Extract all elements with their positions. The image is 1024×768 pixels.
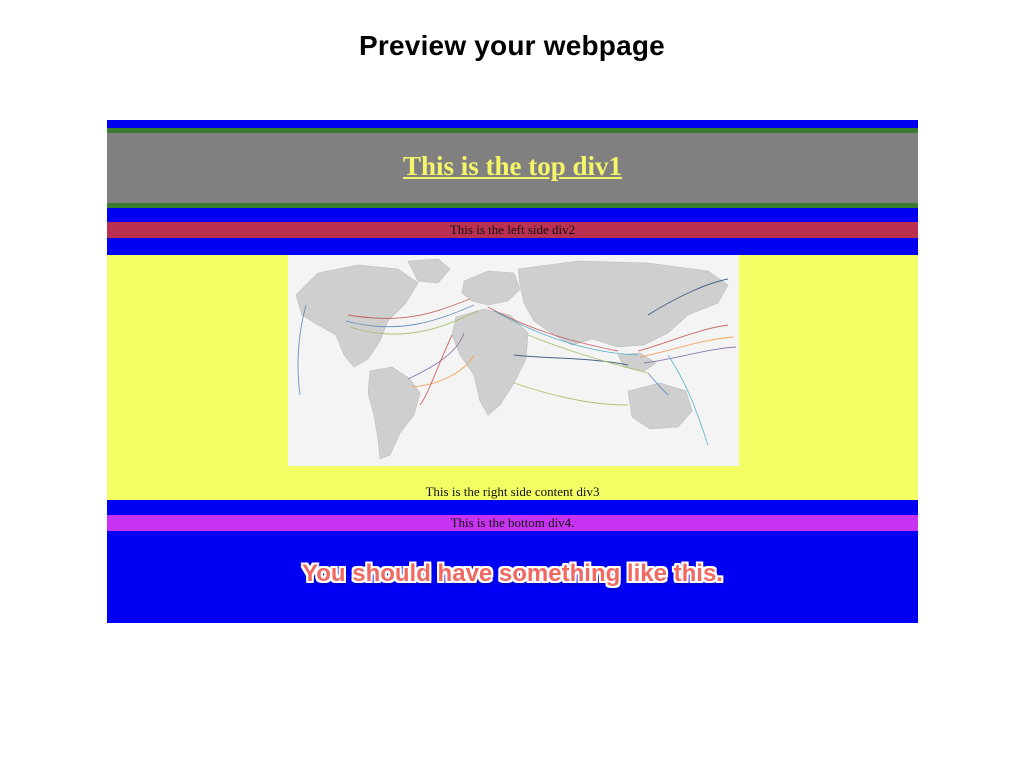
right-side-content-label: This is the right side content div3	[425, 484, 600, 499]
right-side-content-div3: This is the right side content div3	[107, 255, 918, 500]
bottom-div4: This is the bottom div4.	[107, 515, 918, 531]
world-map-icon	[288, 255, 739, 466]
world-map-image	[288, 255, 739, 466]
top-div-heading-link[interactable]: This is the top div1	[403, 151, 622, 182]
webpage-preview: This is the top div1 This is the left si…	[107, 120, 918, 623]
instruction-caption: You should have something like this.	[302, 560, 723, 587]
left-side-div2: This is the left side div2	[107, 222, 918, 238]
top-div1: This is the top div1	[107, 128, 918, 208]
page-title: Preview your webpage	[359, 30, 665, 61]
